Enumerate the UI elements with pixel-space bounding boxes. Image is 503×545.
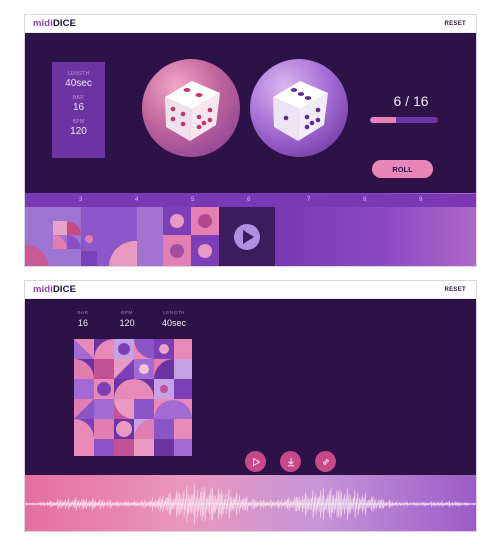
dice-left[interactable] [142, 59, 240, 157]
stat-value: 16 [77, 318, 88, 328]
roll-button[interactable]: ROLL [372, 160, 433, 178]
stat-value: 120 [119, 318, 135, 328]
progress-fill [370, 117, 396, 123]
length-value: 40sec [65, 78, 92, 89]
bar-label: BAR [72, 95, 85, 101]
bar-number-row: 3 4 5 6 7 8 9 [25, 194, 476, 207]
roll-progress-bar [370, 117, 438, 123]
bar-number: 4 [135, 197, 139, 203]
play-button[interactable] [245, 451, 266, 472]
link-icon [322, 458, 329, 465]
song-info-card: LENGTH 40sec BAR 16 BPM 120 [52, 62, 105, 158]
bar-number: 3 [79, 197, 83, 203]
roll-counter: 6 / 16 [393, 93, 429, 109]
stat-label: BPM [121, 311, 133, 316]
stat-bpm: BPM 120 [114, 311, 140, 328]
bar-number: 7 [307, 197, 311, 203]
result-screen: midiDICE RESET BAR 16 BPM 120 LENGTH 40s… [24, 280, 477, 532]
bar-number: 6 [247, 197, 251, 203]
download-button[interactable] [280, 451, 301, 472]
stat-value: 40sec [161, 318, 187, 328]
length-label: LENGTH [67, 71, 90, 77]
bpm-label: BPM [72, 119, 85, 125]
stat-label: LENGTH [163, 311, 185, 316]
dice-icon [165, 81, 220, 141]
dice-area: LENGTH 40sec BAR 16 BPM 120 6 / 16 ROLL [25, 33, 476, 193]
reset-button[interactable]: RESET [444, 21, 466, 27]
bar-number: 5 [191, 197, 195, 203]
stat-label: BAR [77, 311, 89, 316]
result-area: BAR 16 BPM 120 LENGTH 40sec [25, 299, 476, 475]
play-icon [252, 457, 260, 466]
dice-icon [273, 81, 328, 141]
app-header: midiDICE RESET [25, 15, 476, 33]
dice-right[interactable] [250, 59, 348, 157]
pattern-tiles [25, 207, 275, 266]
audio-waveform [25, 475, 476, 531]
stat-bar: BAR 16 [75, 311, 91, 328]
stat-length: LENGTH 40sec [159, 311, 189, 328]
app-header: midiDICE RESET [25, 281, 476, 299]
app-logo: midiDICE [33, 284, 77, 295]
roll-screen: midiDICE RESET LENGTH 40sec BAR 16 BPM 1… [24, 14, 477, 267]
waveform-graphic [25, 484, 476, 524]
bar-value: 16 [72, 102, 85, 113]
download-icon [287, 457, 294, 466]
bpm-value: 120 [70, 126, 87, 137]
bar-number: 8 [363, 197, 367, 203]
bar-number: 9 [419, 197, 423, 203]
reset-button[interactable]: RESET [444, 287, 466, 293]
app-logo: midiDICE [33, 18, 77, 29]
share-link-button[interactable] [315, 451, 336, 472]
generated-pattern-artwork [74, 339, 192, 456]
